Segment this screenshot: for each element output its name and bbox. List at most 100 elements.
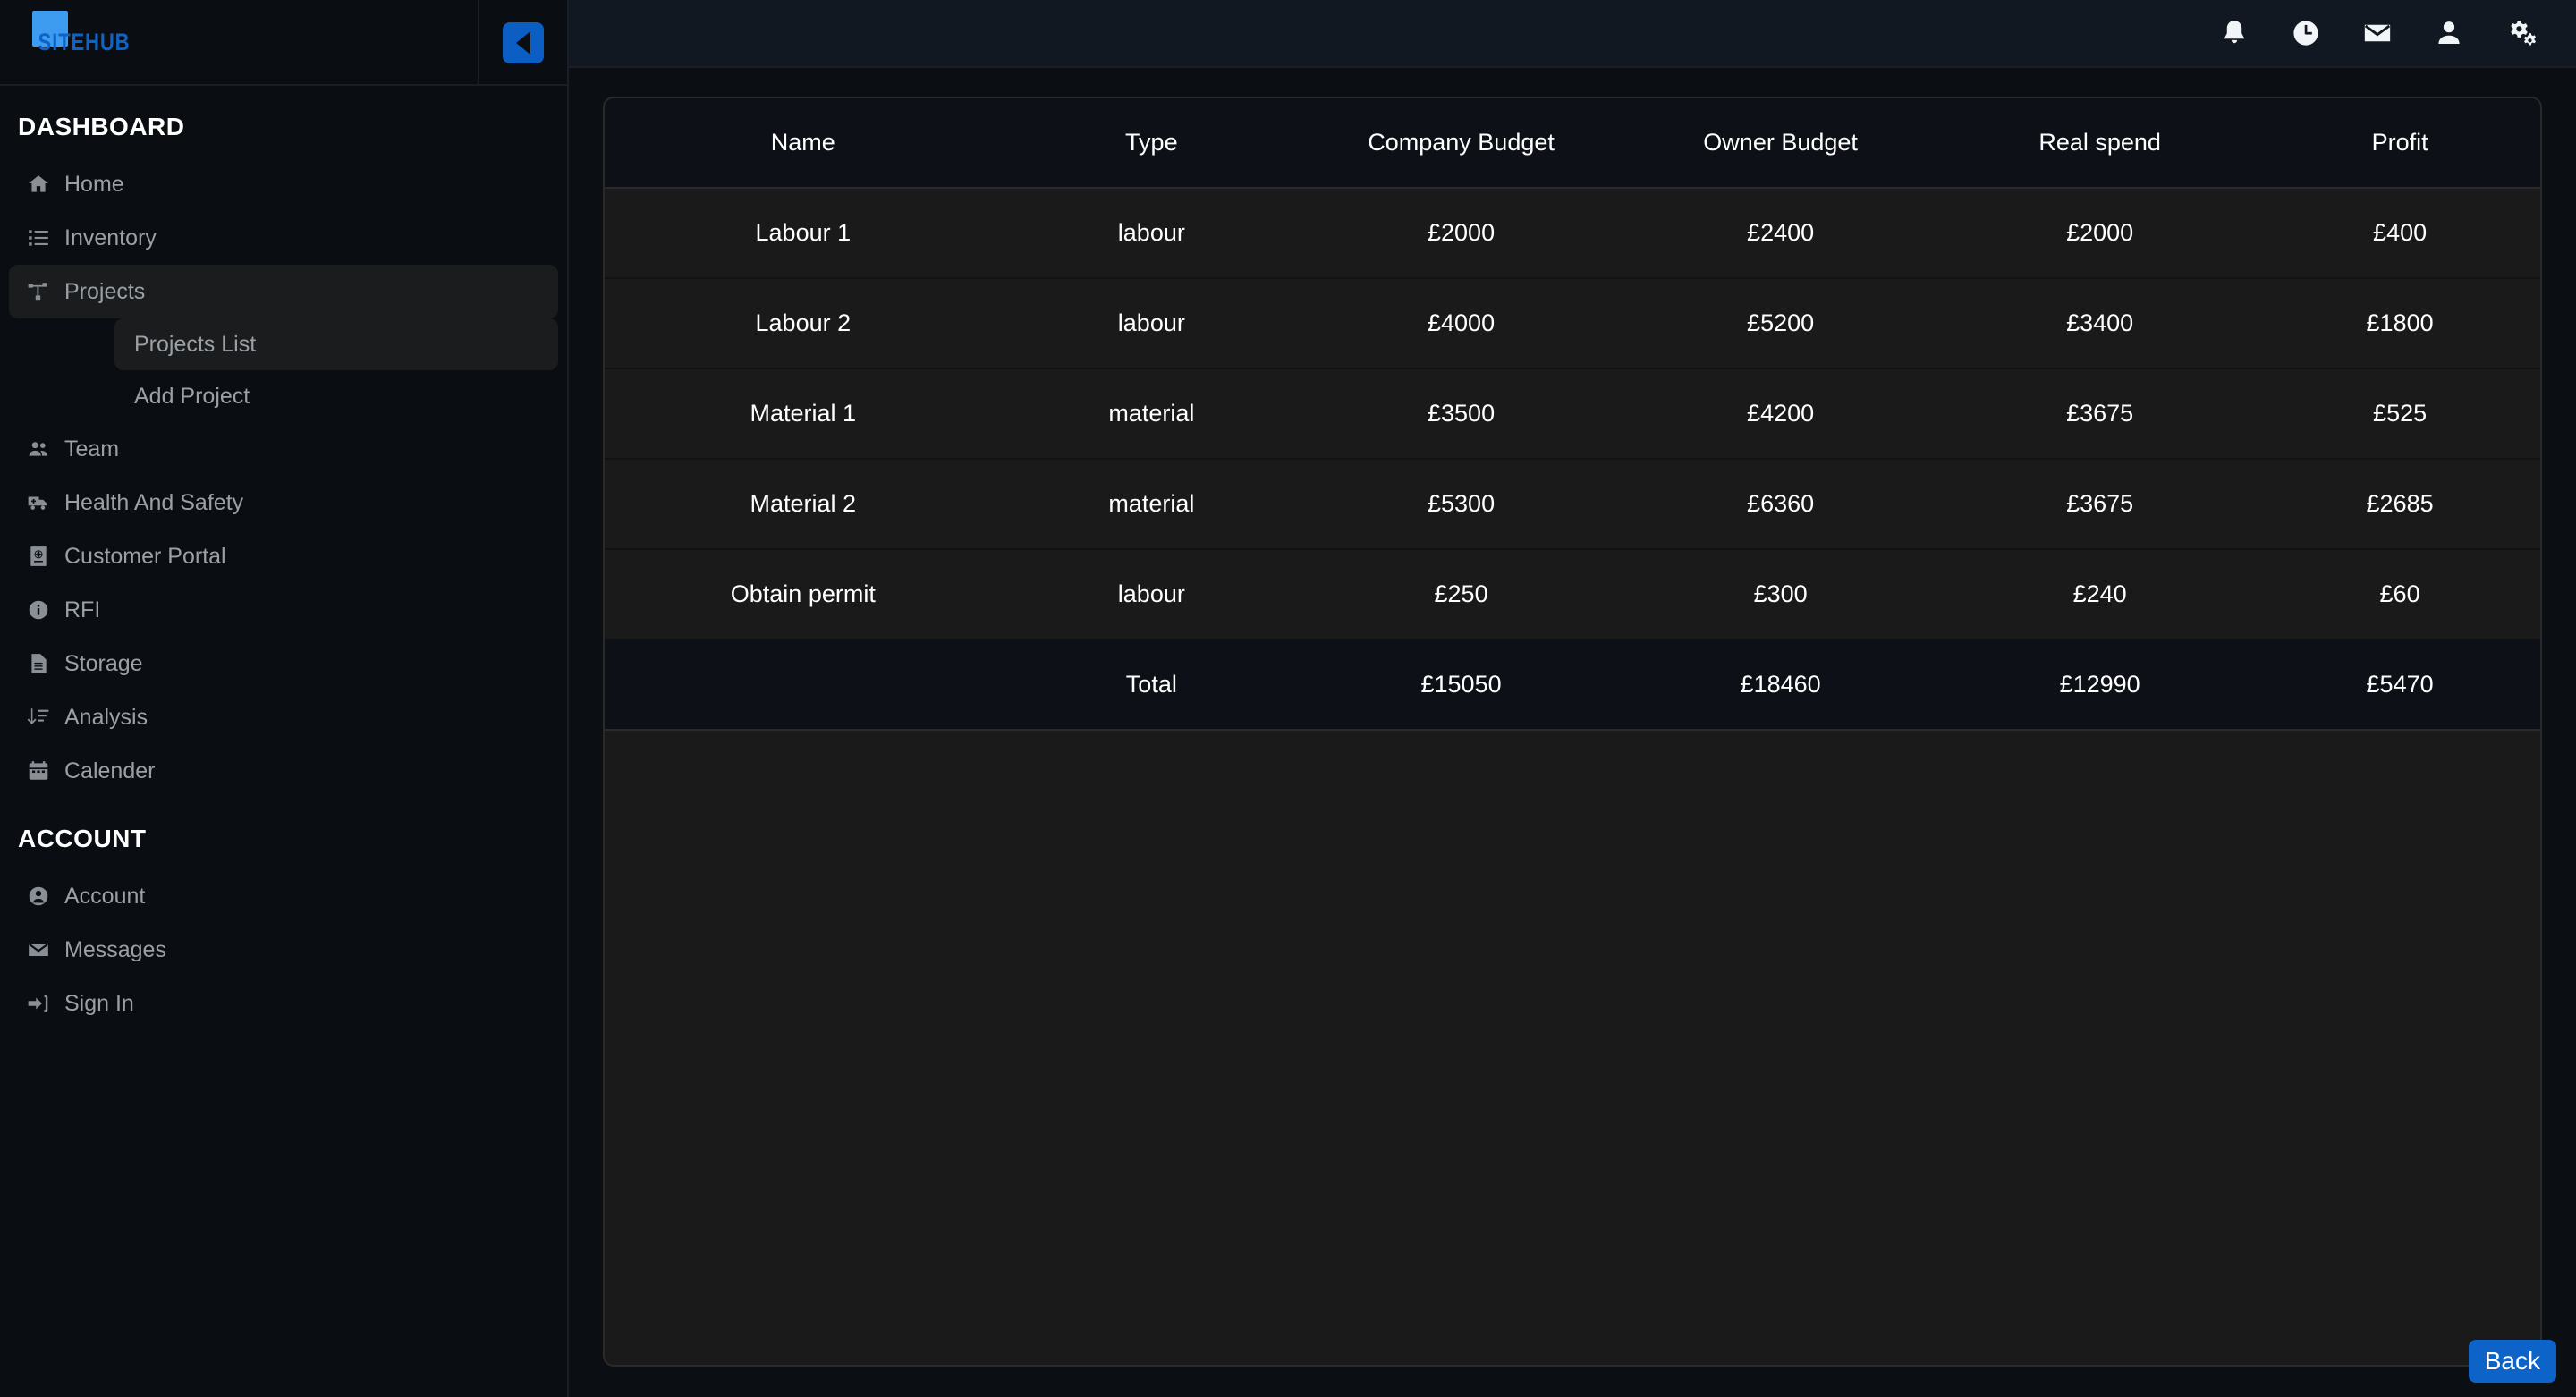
- sidebar-item-analysis[interactable]: Analysis: [9, 690, 558, 744]
- column-header-name[interactable]: Name: [605, 98, 1002, 189]
- cell-name: Material 1: [605, 368, 1002, 460]
- cell-profit: £60: [2259, 549, 2540, 640]
- budget-table: Name Type Company Budget Owner Budget Re…: [605, 98, 2540, 731]
- sidebar-section-dashboard-title: DASHBOARD: [18, 113, 185, 140]
- sidebar-item-home[interactable]: Home: [9, 157, 558, 211]
- cell-owner-budget: £300: [1621, 549, 1941, 640]
- sidebar-collapse-button[interactable]: [503, 22, 544, 64]
- sidebar-item-customer-portal-label: Customer Portal: [64, 543, 226, 569]
- sidebar-item-customer-portal[interactable]: Customer Portal: [9, 529, 558, 583]
- sidebar: SITEHUB DASHBOARD Home Inventory Project…: [0, 0, 569, 1397]
- cell-company-budget: £250: [1301, 549, 1622, 640]
- main-area: Name Type Company Budget Owner Budget Re…: [569, 0, 2576, 1397]
- sidebar-item-health-and-safety-label: Health And Safety: [64, 489, 244, 515]
- sidebar-item-team-label: Team: [64, 436, 120, 461]
- sign-in-icon: [27, 992, 64, 1015]
- user-icon: [2438, 21, 2460, 45]
- cell-company-budget: £4000: [1301, 278, 1622, 369]
- sidebar-subitem-add-project-label: Add Project: [134, 383, 250, 409]
- cell-real-spend: £240: [1940, 549, 2260, 640]
- table-row[interactable]: Obtain permit labour £250 £300 £240 £60: [605, 549, 2540, 640]
- cell-total-label: Total: [1001, 639, 1302, 731]
- envelope-icon: [27, 938, 64, 961]
- settings-button[interactable]: [2485, 0, 2556, 67]
- sidebar-item-messages[interactable]: Messages: [9, 923, 558, 977]
- cell-owner-budget: £2400: [1621, 188, 1941, 279]
- sort-amount-down-icon: [27, 706, 64, 729]
- cell-total-owner-budget: £18460: [1621, 639, 1941, 731]
- sidebar-item-storage-label: Storage: [64, 650, 143, 676]
- cell-owner-budget: £6360: [1621, 459, 1941, 550]
- list-icon: [27, 226, 64, 250]
- cell-owner-budget: £4200: [1621, 368, 1941, 460]
- sidebar-item-home-label: Home: [64, 171, 124, 197]
- column-header-type[interactable]: Type: [1001, 98, 1302, 189]
- table-row[interactable]: Material 2 material £5300 £6360 £3675 £2…: [605, 459, 2540, 550]
- sidebar-item-sign-in[interactable]: Sign In: [9, 977, 558, 1030]
- cell-real-spend: £3675: [1940, 368, 2260, 460]
- sidebar-item-storage[interactable]: Storage: [9, 637, 558, 690]
- table-row[interactable]: Labour 2 labour £4000 £5200 £3400 £1800: [605, 278, 2540, 369]
- sidebar-item-health-and-safety[interactable]: Health And Safety: [9, 476, 558, 529]
- cell-total-company-budget: £15050: [1301, 639, 1622, 731]
- file-document-icon: [27, 652, 64, 675]
- history-button[interactable]: [2270, 0, 2342, 67]
- home-icon: [27, 173, 64, 196]
- cell-company-budget: £2000: [1301, 188, 1622, 279]
- sidebar-collapse-wrap: [478, 0, 567, 86]
- cell-type: material: [1001, 459, 1302, 550]
- table-body: Labour 1 labour £2000 £2400 £2000 £400 L…: [605, 188, 2540, 731]
- table-row[interactable]: Material 1 material £3500 £4200 £3675 £5…: [605, 368, 2540, 460]
- messages-button[interactable]: [2342, 0, 2413, 67]
- back-button[interactable]: Back: [2468, 1340, 2556, 1383]
- sidebar-item-team[interactable]: Team: [9, 422, 558, 476]
- sidebar-item-account[interactable]: Account: [9, 869, 558, 923]
- cell-type: material: [1001, 368, 1302, 460]
- content-area: Name Type Company Budget Owner Budget Re…: [569, 68, 2576, 1397]
- table-total-row: Total £15050 £18460 £12990 £5470: [605, 639, 2540, 731]
- cell-real-spend: £3400: [1940, 278, 2260, 369]
- cell-profit: £1800: [2259, 278, 2540, 369]
- passport-globe-icon: [27, 545, 64, 568]
- project-diagram-icon: [27, 280, 64, 303]
- brand-row: SITEHUB: [0, 0, 567, 86]
- cell-real-spend: £2000: [1940, 188, 2260, 279]
- cell-owner-budget: £5200: [1621, 278, 1941, 369]
- clock-icon: [2293, 21, 2318, 46]
- chevron-left-icon: [516, 31, 530, 55]
- sidebar-item-account-label: Account: [64, 883, 146, 909]
- sidebar-item-rfi-label: RFI: [64, 597, 101, 622]
- cell-total-real-spend: £12990: [1940, 639, 2260, 731]
- cell-name: Labour 1: [605, 188, 1002, 279]
- table-header-row: Name Type Company Budget Owner Budget Re…: [605, 98, 2540, 189]
- sidebar-subitem-add-project[interactable]: Add Project: [114, 370, 558, 422]
- sidebar-item-analysis-label: Analysis: [64, 704, 148, 730]
- sidebar-section-account-title: ACCOUNT: [18, 825, 147, 852]
- envelope-icon: [2364, 24, 2391, 42]
- cogs-icon: [2511, 21, 2536, 46]
- sidebar-item-sign-in-label: Sign In: [64, 990, 134, 1016]
- cell-profit: £2685: [2259, 459, 2540, 550]
- sidebar-item-inventory[interactable]: Inventory: [9, 211, 558, 265]
- user-circle-icon: [27, 885, 64, 908]
- column-header-owner-budget[interactable]: Owner Budget: [1621, 98, 1941, 189]
- column-header-profit[interactable]: Profit: [2259, 98, 2540, 189]
- column-header-company-budget[interactable]: Company Budget: [1301, 98, 1622, 189]
- users-icon: [27, 437, 64, 461]
- sidebar-subitem-projects-list[interactable]: Projects List: [114, 318, 558, 370]
- table-row[interactable]: Labour 1 labour £2000 £2400 £2000 £400: [605, 188, 2540, 279]
- notifications-button[interactable]: [2199, 0, 2270, 67]
- cell-company-budget: £3500: [1301, 368, 1622, 460]
- brand-name: SITEHUB: [38, 28, 131, 55]
- cell-total-name: [605, 639, 1002, 731]
- profile-button[interactable]: [2413, 0, 2485, 67]
- column-header-real-spend[interactable]: Real spend: [1940, 98, 2260, 189]
- sidebar-item-calender[interactable]: Calender: [9, 744, 558, 798]
- sidebar-item-rfi[interactable]: RFI: [9, 583, 558, 637]
- cell-total-profit: £5470: [2259, 639, 2540, 731]
- sidebar-item-projects[interactable]: Projects: [9, 265, 558, 318]
- sidebar-item-messages-label: Messages: [64, 936, 166, 962]
- calendar-icon: [27, 759, 64, 783]
- cell-profit: £525: [2259, 368, 2540, 460]
- brand-logo[interactable]: SITEHUB: [0, 10, 152, 56]
